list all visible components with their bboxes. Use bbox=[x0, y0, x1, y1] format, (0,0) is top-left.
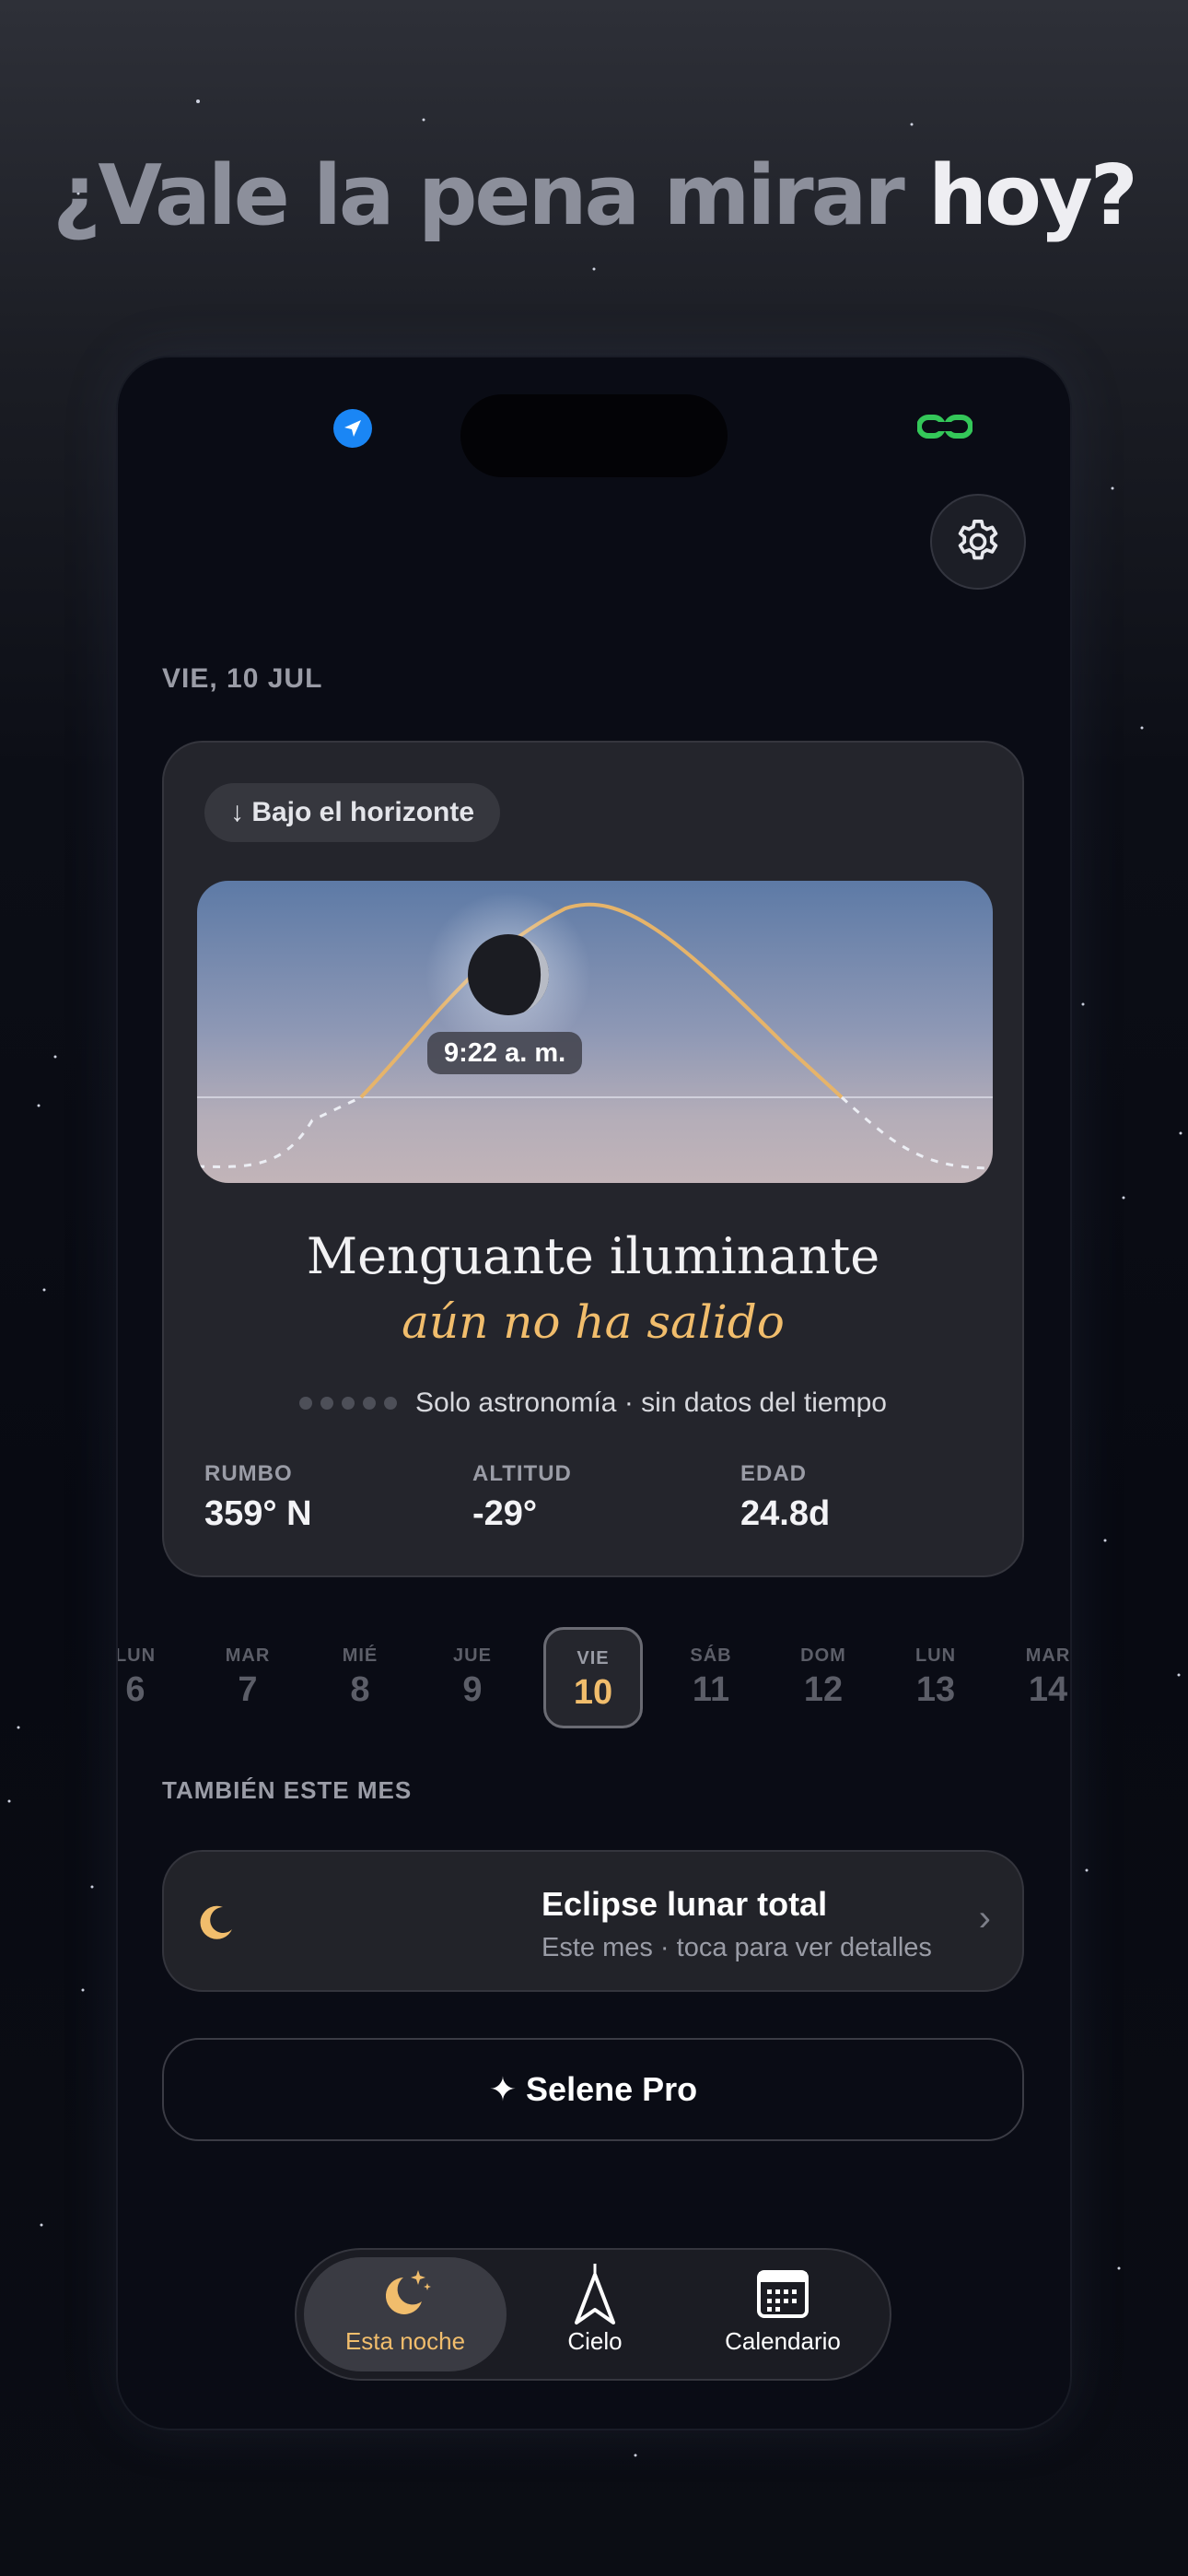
day-item[interactable]: LUN 13 bbox=[886, 1627, 985, 1728]
day-number: 13 bbox=[915, 1670, 956, 1709]
tab-cielo[interactable]: Cielo bbox=[494, 2257, 696, 2371]
stat-altitude: ALTITUD -29° bbox=[472, 1461, 572, 1534]
event-card-eclipse[interactable]: Eclipse lunar total Este mes · toca para… bbox=[162, 1850, 1024, 1992]
tab-esta-noche[interactable]: Esta noche bbox=[304, 2257, 507, 2371]
day-item[interactable]: MIÉ 8 bbox=[310, 1627, 410, 1728]
day-number: 11 bbox=[692, 1670, 730, 1709]
day-item-selected[interactable]: VIE 10 bbox=[543, 1627, 643, 1728]
tab-label: Esta noche bbox=[344, 2327, 466, 2355]
stat-label: ALTITUD bbox=[472, 1461, 572, 1486]
path-below-horizon-2 bbox=[840, 1095, 993, 1170]
phase-status: aún no ha salido bbox=[402, 1295, 785, 1349]
day-number: 7 bbox=[238, 1670, 258, 1709]
day-item[interactable]: DOM 12 bbox=[774, 1627, 873, 1728]
day-item[interactable]: MAR 7 bbox=[198, 1627, 297, 1728]
moon-path-sky: 9:22 a. m. bbox=[197, 881, 993, 1183]
stat-value: -29° bbox=[472, 1494, 538, 1533]
stat-age: EDAD 24.8d bbox=[740, 1461, 830, 1534]
gear-icon bbox=[958, 519, 998, 560]
horizon-pill: ↓ Bajo el horizonte bbox=[204, 783, 501, 842]
link-icon bbox=[917, 415, 973, 439]
tab-label: Cielo bbox=[567, 2327, 623, 2355]
tab-bar: Esta noche Cielo Calendario bbox=[295, 2248, 891, 2381]
day-number: 9 bbox=[462, 1670, 483, 1709]
section-label: TAMBIÉN ESTE MES bbox=[162, 1776, 413, 1804]
moon-stars-icon bbox=[385, 2270, 431, 2314]
day-number: 8 bbox=[350, 1670, 370, 1709]
date-label: VIE, 10 JUL bbox=[162, 663, 323, 694]
phase-name: Menguante iluminante bbox=[306, 1227, 880, 1285]
weather-dots bbox=[299, 1397, 398, 1410]
day-name: DOM bbox=[800, 1645, 846, 1666]
compass-needle-icon bbox=[575, 2264, 615, 2324]
dynamic-island bbox=[460, 394, 728, 477]
weather-text: Solo astronomía · sin datos del tiempo bbox=[415, 1388, 887, 1418]
rise-time-tag: 9:22 a. m. bbox=[427, 1032, 583, 1074]
day-number: 6 bbox=[125, 1670, 146, 1709]
headline-main: ¿Vale la pena mirar bbox=[52, 147, 929, 244]
day-item[interactable]: SÁB 11 bbox=[661, 1627, 761, 1728]
moon-card[interactable]: ↓ Bajo el horizonte 9:22 a. m. Menguante… bbox=[162, 741, 1024, 1577]
settings-button[interactable] bbox=[930, 494, 1026, 590]
day-selector: LUN 6 MAR 7 MIÉ 8 JUE 9 VIE 10 SÁB 11 DOM 12 LU… bbox=[118, 1627, 1070, 1728]
path-below-horizon bbox=[197, 1095, 362, 1168]
stat-label: RUMBO bbox=[204, 1461, 293, 1486]
event-subtitle: Este mes · toca para ver detalles bbox=[542, 1933, 932, 1962]
phone-screen: VIE, 10 JUL ↓ Bajo el horizonte 9:22 a. … bbox=[118, 357, 1070, 2429]
weather-row: Solo astronomía · sin datos del tiempo bbox=[164, 1388, 1022, 1419]
headline-highlight: hoy? bbox=[928, 147, 1138, 244]
stat-label: EDAD bbox=[740, 1461, 808, 1486]
day-name: JUE bbox=[453, 1645, 492, 1666]
event-title: Eclipse lunar total bbox=[542, 1885, 828, 1923]
tab-label: Calendario bbox=[725, 2327, 841, 2355]
day-name: MIÉ bbox=[342, 1645, 379, 1666]
crescent-moon-icon bbox=[200, 1905, 232, 1939]
day-number: 10 bbox=[573, 1673, 613, 1712]
calendar-icon bbox=[757, 2270, 809, 2318]
location-arrow-icon bbox=[333, 409, 372, 448]
day-number: 12 bbox=[803, 1670, 844, 1709]
stat-value: 359° N bbox=[204, 1494, 312, 1533]
selene-pro-button[interactable]: ✦ Selene Pro bbox=[162, 2038, 1024, 2141]
moon-phase-icon bbox=[468, 934, 550, 1015]
tab-calendario[interactable]: Calendario bbox=[681, 2257, 884, 2371]
day-name: MAR bbox=[1025, 1645, 1070, 1666]
moon-path-graph bbox=[197, 892, 993, 1170]
chevron-right-icon: › bbox=[978, 1898, 991, 1938]
day-number: 14 bbox=[1028, 1670, 1068, 1709]
day-name: LUN bbox=[118, 1645, 157, 1666]
day-name: MAR bbox=[225, 1645, 271, 1666]
day-name: LUN bbox=[914, 1645, 957, 1666]
day-item[interactable]: LUN 6 bbox=[118, 1627, 185, 1728]
day-item[interactable]: MAR 14 bbox=[998, 1627, 1070, 1728]
stat-value: 24.8d bbox=[740, 1494, 831, 1533]
day-name: VIE bbox=[577, 1648, 610, 1669]
day-item[interactable]: JUE 9 bbox=[423, 1627, 522, 1728]
stat-heading: RUMBO 359° N bbox=[204, 1461, 312, 1534]
day-name: SÁB bbox=[690, 1645, 732, 1666]
headline: ¿Vale la pena mirar hoy? bbox=[0, 147, 1188, 244]
